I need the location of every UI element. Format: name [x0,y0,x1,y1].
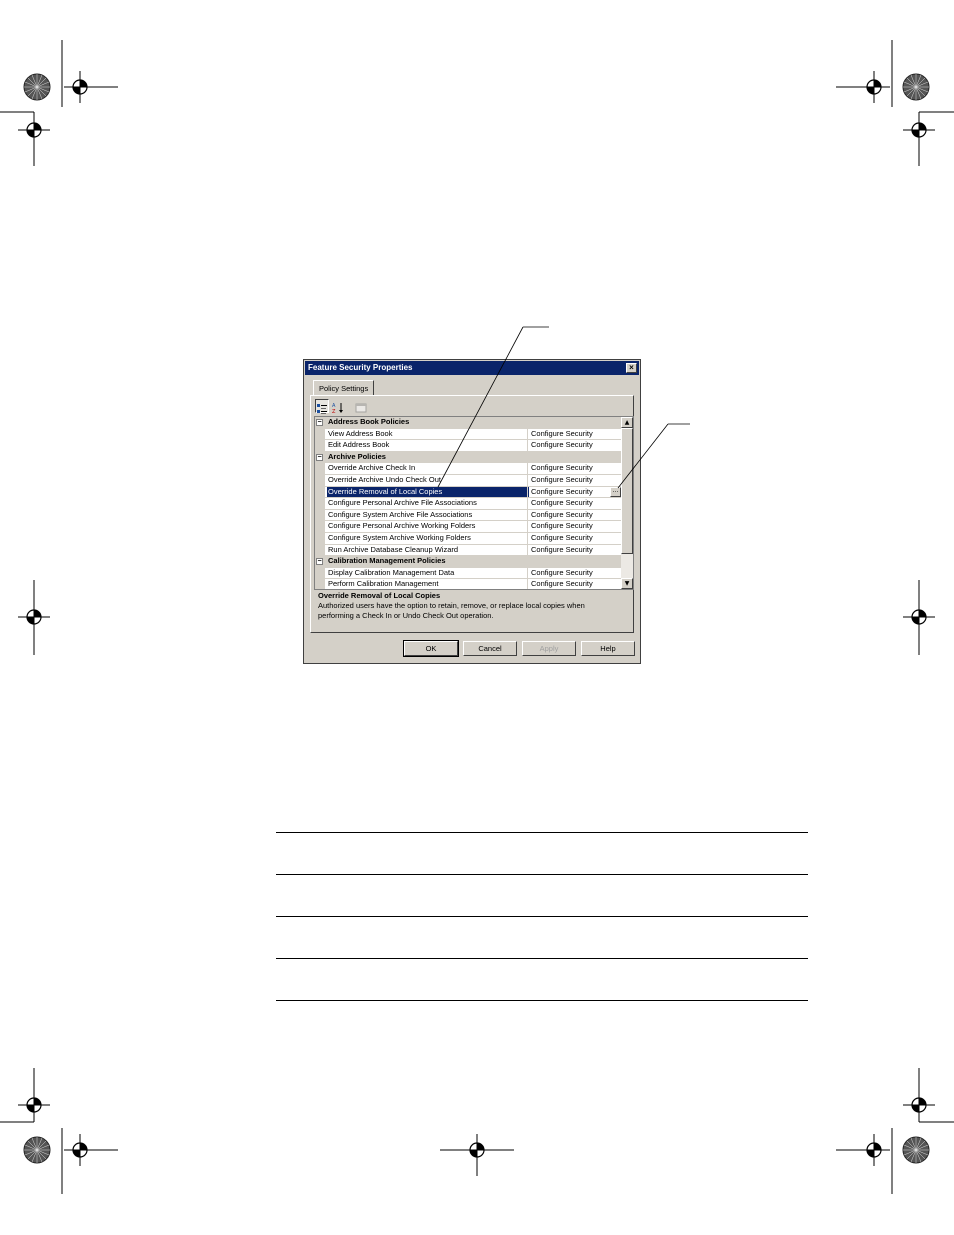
callout-line-selected-policy [437,326,524,488]
table-rule [276,1000,808,1001]
table-rule [276,958,808,959]
table-rule [276,916,808,917]
callout-lines [437,326,690,489]
table-rule [276,832,808,833]
callout-line-ellipsis-button [617,423,669,489]
table-rule [276,874,808,875]
